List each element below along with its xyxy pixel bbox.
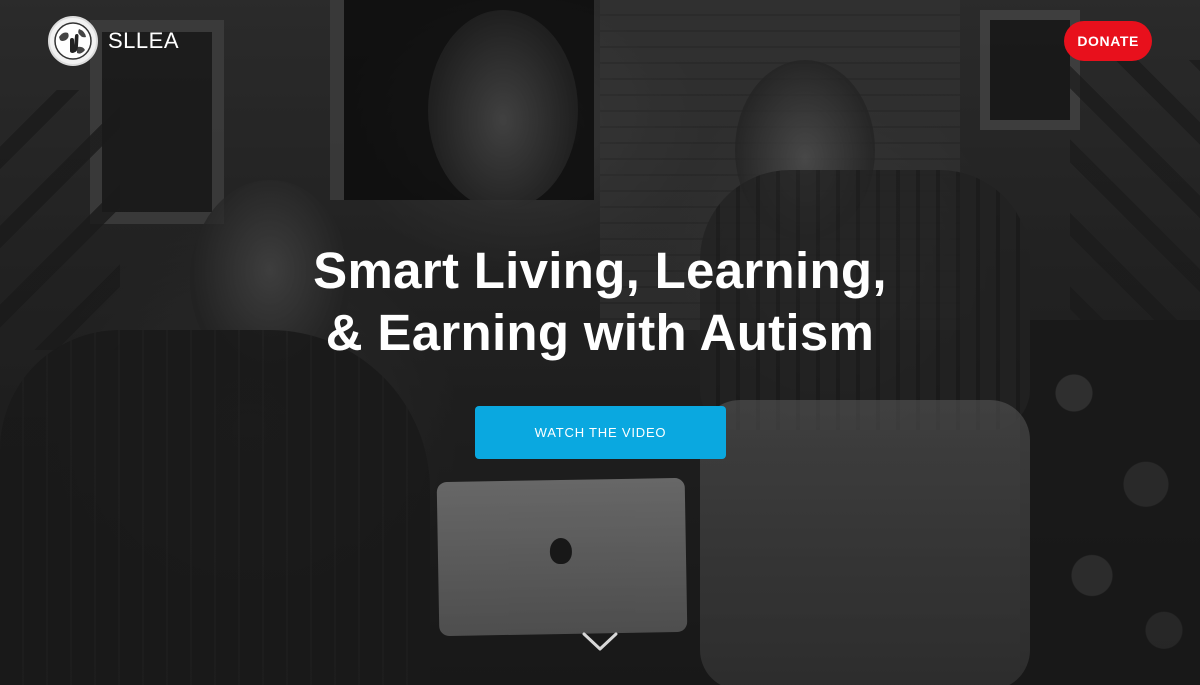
logo-text: SLLEA — [108, 28, 179, 53]
watch-video-button[interactable]: WATCH THE VIDEO — [475, 406, 726, 459]
headline-line-1: Smart Living, Learning, — [313, 242, 887, 299]
logo-link[interactable]: SLLEA — [48, 16, 179, 66]
hero-headline: Smart Living, Learning, & Earning with A… — [0, 240, 1200, 364]
globe-hand-icon — [48, 16, 98, 66]
donate-button[interactable]: DONATE — [1064, 21, 1152, 61]
chevron-down-icon — [582, 632, 618, 651]
scroll-down-button[interactable] — [580, 628, 620, 656]
hero-section: SLLEA DONATE Smart Living, Learning, & E… — [0, 0, 1200, 685]
headline-line-2: & Earning with Autism — [325, 304, 875, 361]
